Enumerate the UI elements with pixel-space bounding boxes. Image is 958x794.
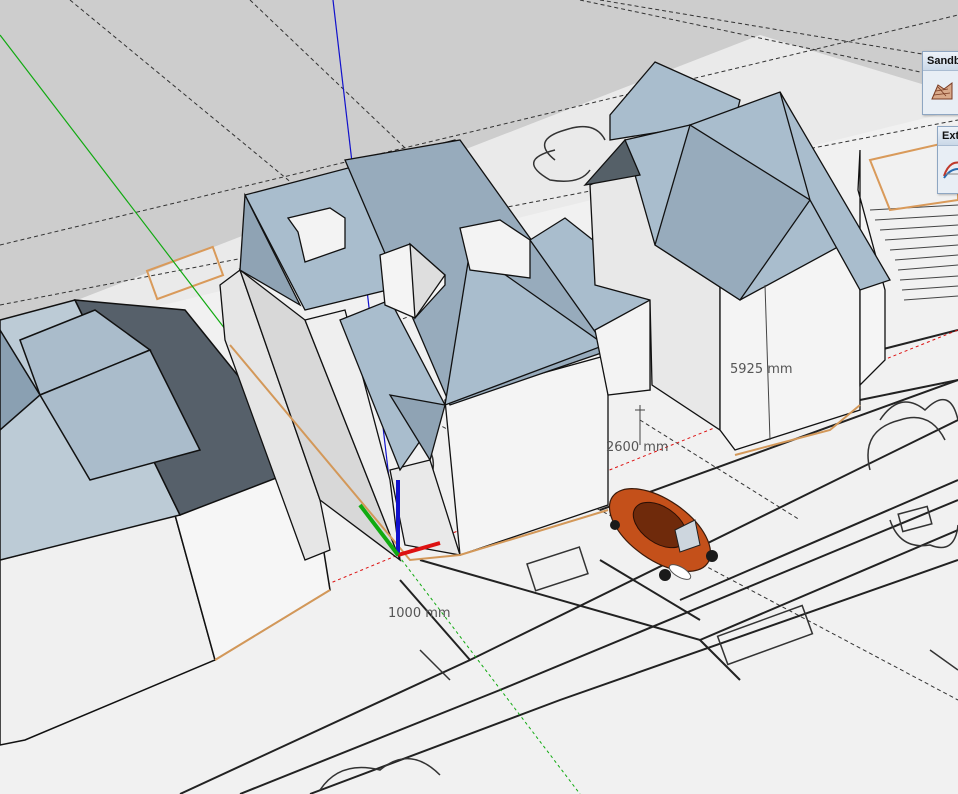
dimension-label-width: 2600 mm [606, 440, 669, 455]
extensions-toolbar-title[interactable]: Ext [938, 127, 958, 146]
extension-curve-icon[interactable] [941, 155, 958, 181]
dimension-label-height: 5925 mm [730, 362, 793, 377]
sandbox-toolbar-title[interactable]: Sandb [923, 52, 958, 71]
model-canvas[interactable] [0, 0, 958, 794]
dimension-label-offset: 1000 mm [388, 606, 451, 621]
sandbox-toolbar[interactable]: Sandb [922, 51, 958, 115]
sketchup-viewport[interactable]: 5925 mm 2600 mm 1000 mm Sandb Ext [0, 0, 958, 794]
extensions-toolbar[interactable]: Ext [937, 126, 958, 194]
sandbox-terrain-icon[interactable] [929, 78, 955, 104]
